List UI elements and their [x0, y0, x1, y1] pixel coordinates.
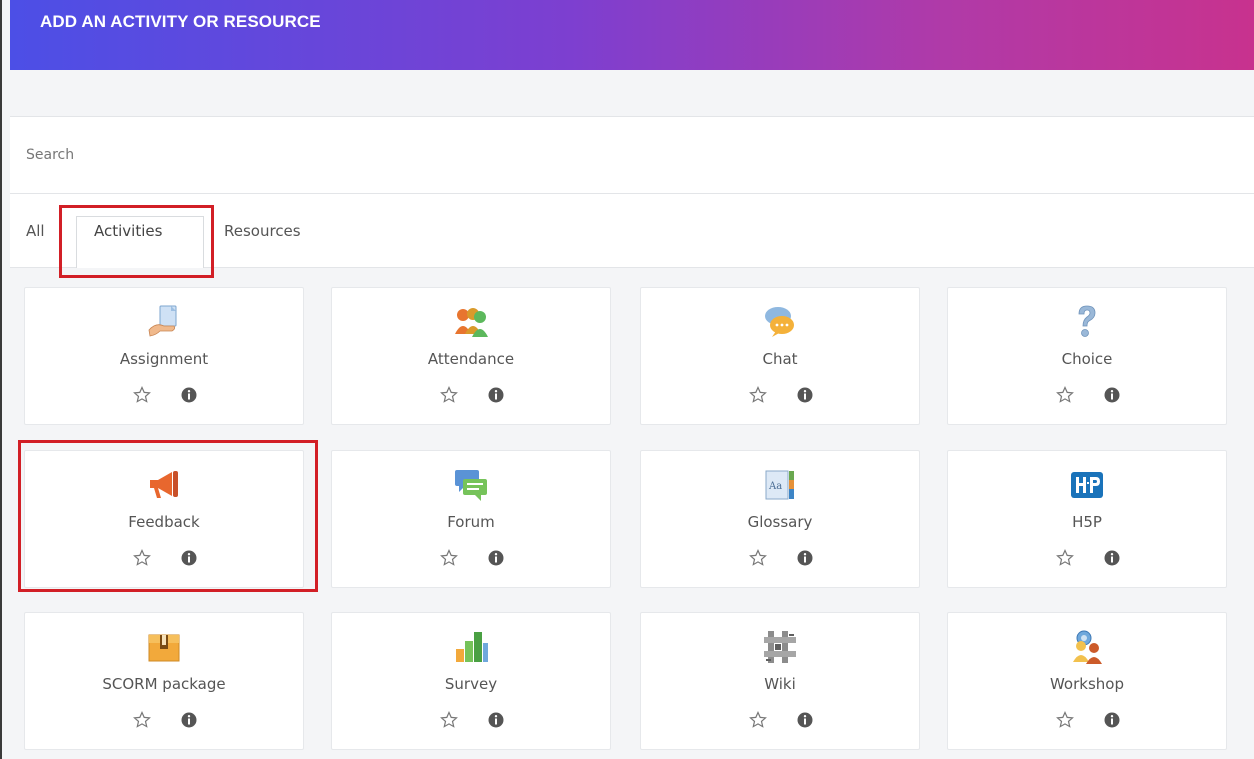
star-icon[interactable] [133, 549, 151, 567]
info-icon[interactable] [797, 550, 813, 566]
module-name: Attendance [427, 350, 515, 368]
module-card-scorm-package[interactable]: SCORM package [24, 612, 304, 750]
h5p-icon [1069, 467, 1105, 503]
info-icon[interactable] [797, 712, 813, 728]
info-icon[interactable] [1104, 387, 1120, 403]
info-icon[interactable] [1104, 712, 1120, 728]
module-name: Survey [444, 675, 498, 693]
scorm-icon [146, 629, 182, 665]
info-icon[interactable] [1104, 550, 1120, 566]
workshop-icon [1069, 629, 1105, 665]
modal-title: ADD AN ACTIVITY OR RESOURCE [40, 12, 321, 31]
star-icon[interactable] [133, 386, 151, 404]
info-icon[interactable] [181, 550, 197, 566]
module-name: Assignment [119, 350, 209, 368]
module-card-assignment[interactable]: Assignment [24, 287, 304, 425]
module-name: Wiki [764, 675, 796, 693]
star-icon[interactable] [1056, 386, 1074, 404]
module-card-survey[interactable]: Survey [331, 612, 611, 750]
module-name: Feedback [128, 513, 200, 531]
module-name: Workshop [1049, 675, 1124, 693]
star-icon[interactable] [1056, 711, 1074, 729]
module-name: Glossary [747, 513, 813, 531]
module-card-wiki[interactable]: Wiki [640, 612, 920, 750]
module-card-feedback[interactable]: Feedback [24, 450, 304, 588]
star-icon[interactable] [1056, 549, 1074, 567]
module-card-glossary[interactable]: Aa Glossary [640, 450, 920, 588]
activity-chooser-modal: ADD AN ACTIVITY OR RESOURCE All Activiti… [0, 0, 1254, 759]
module-card-forum[interactable]: Forum [331, 450, 611, 588]
star-icon[interactable] [133, 711, 151, 729]
module-name: Forum [447, 513, 495, 531]
tab-bar: All Activities Resources [10, 194, 1254, 268]
module-card-h5p[interactable]: H5P [947, 450, 1227, 588]
star-icon[interactable] [440, 711, 458, 729]
info-icon[interactable] [181, 387, 197, 403]
info-icon[interactable] [488, 550, 504, 566]
choice-icon [1069, 304, 1105, 340]
tab-activities[interactable]: Activities [94, 222, 162, 240]
star-icon[interactable] [440, 386, 458, 404]
module-name: Chat [762, 350, 798, 368]
module-name: H5P [1072, 513, 1102, 531]
module-card-choice[interactable]: Choice [947, 287, 1227, 425]
module-card-chat[interactable]: Chat [640, 287, 920, 425]
header-spacer [10, 70, 1254, 116]
info-icon[interactable] [488, 387, 504, 403]
module-name: SCORM package [102, 675, 226, 693]
star-icon[interactable] [749, 549, 767, 567]
assignment-icon [146, 304, 182, 340]
search-input[interactable] [26, 117, 1226, 193]
svg-text:Aa: Aa [768, 481, 782, 492]
feedback-icon [146, 467, 182, 503]
tab-all[interactable]: All [26, 222, 45, 240]
module-card-attendance[interactable]: Attendance [331, 287, 611, 425]
glossary-icon: Aa [762, 467, 798, 503]
info-icon[interactable] [181, 712, 197, 728]
star-icon[interactable] [749, 711, 767, 729]
modal-header: ADD AN ACTIVITY OR RESOURCE [10, 0, 1254, 70]
star-icon[interactable] [440, 549, 458, 567]
survey-icon [453, 629, 489, 665]
attendance-icon [453, 304, 489, 340]
module-name: Choice [1061, 350, 1113, 368]
info-icon[interactable] [797, 387, 813, 403]
chat-icon [762, 304, 798, 340]
wiki-icon [762, 629, 798, 665]
info-icon[interactable] [488, 712, 504, 728]
search-container [10, 116, 1254, 194]
module-card-workshop[interactable]: Workshop [947, 612, 1227, 750]
forum-icon [453, 467, 489, 503]
star-icon[interactable] [749, 386, 767, 404]
tab-resources[interactable]: Resources [224, 222, 301, 240]
